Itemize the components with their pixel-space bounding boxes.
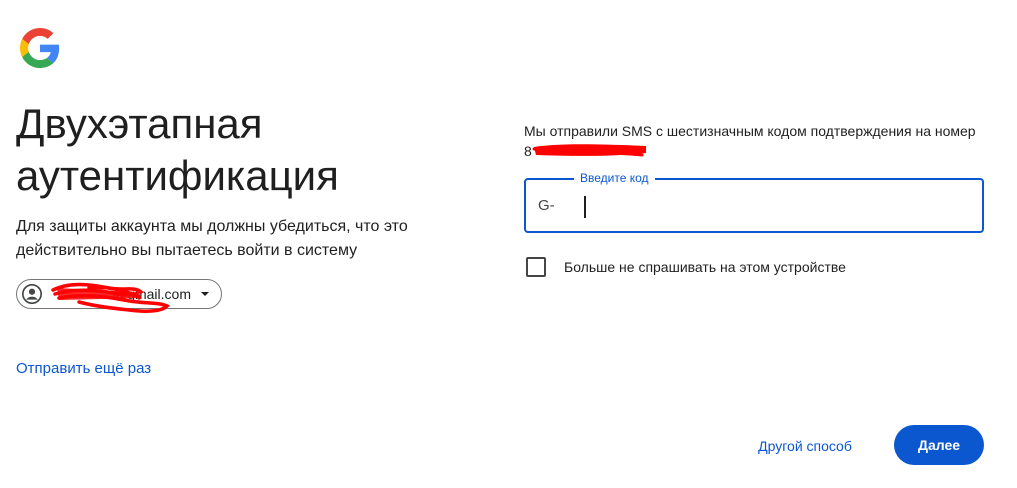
remember-device-option[interactable]: Больше не спрашивать на этом устройстве xyxy=(526,257,846,277)
code-field[interactable]: Введите код G- xyxy=(524,170,984,233)
page-title: Двухэтапная аутентификация xyxy=(16,100,339,199)
resend-link[interactable]: Отправить ещё раз xyxy=(16,360,151,377)
page-subtitle: Для защиты аккаунта мы должны убедиться,… xyxy=(16,218,408,259)
code-input[interactable] xyxy=(582,190,966,222)
phone-number: 8 xyxy=(524,141,654,161)
other-way-button[interactable]: Другой способ xyxy=(741,426,869,466)
account-circle-icon xyxy=(22,284,42,304)
sms-info-text: Мы отправили SMS с шестизначным кодом по… xyxy=(524,123,976,139)
code-prefix: G- xyxy=(538,197,555,214)
code-field-label: Введите код xyxy=(574,170,655,186)
google-logo-icon xyxy=(20,28,60,68)
redaction-scribble xyxy=(51,282,170,313)
caret-down-icon xyxy=(201,292,209,296)
next-button[interactable]: Далее xyxy=(894,425,984,465)
remember-label: Больше не спрашивать на этом устройстве xyxy=(564,259,846,275)
redaction-scribble xyxy=(532,144,646,157)
account-chip[interactable]: @gmail.com xyxy=(16,279,222,313)
text-cursor xyxy=(584,196,586,218)
sms-info: Мы отправили SMS с шестизначным кодом по… xyxy=(524,121,994,161)
remember-checkbox[interactable] xyxy=(526,257,546,277)
